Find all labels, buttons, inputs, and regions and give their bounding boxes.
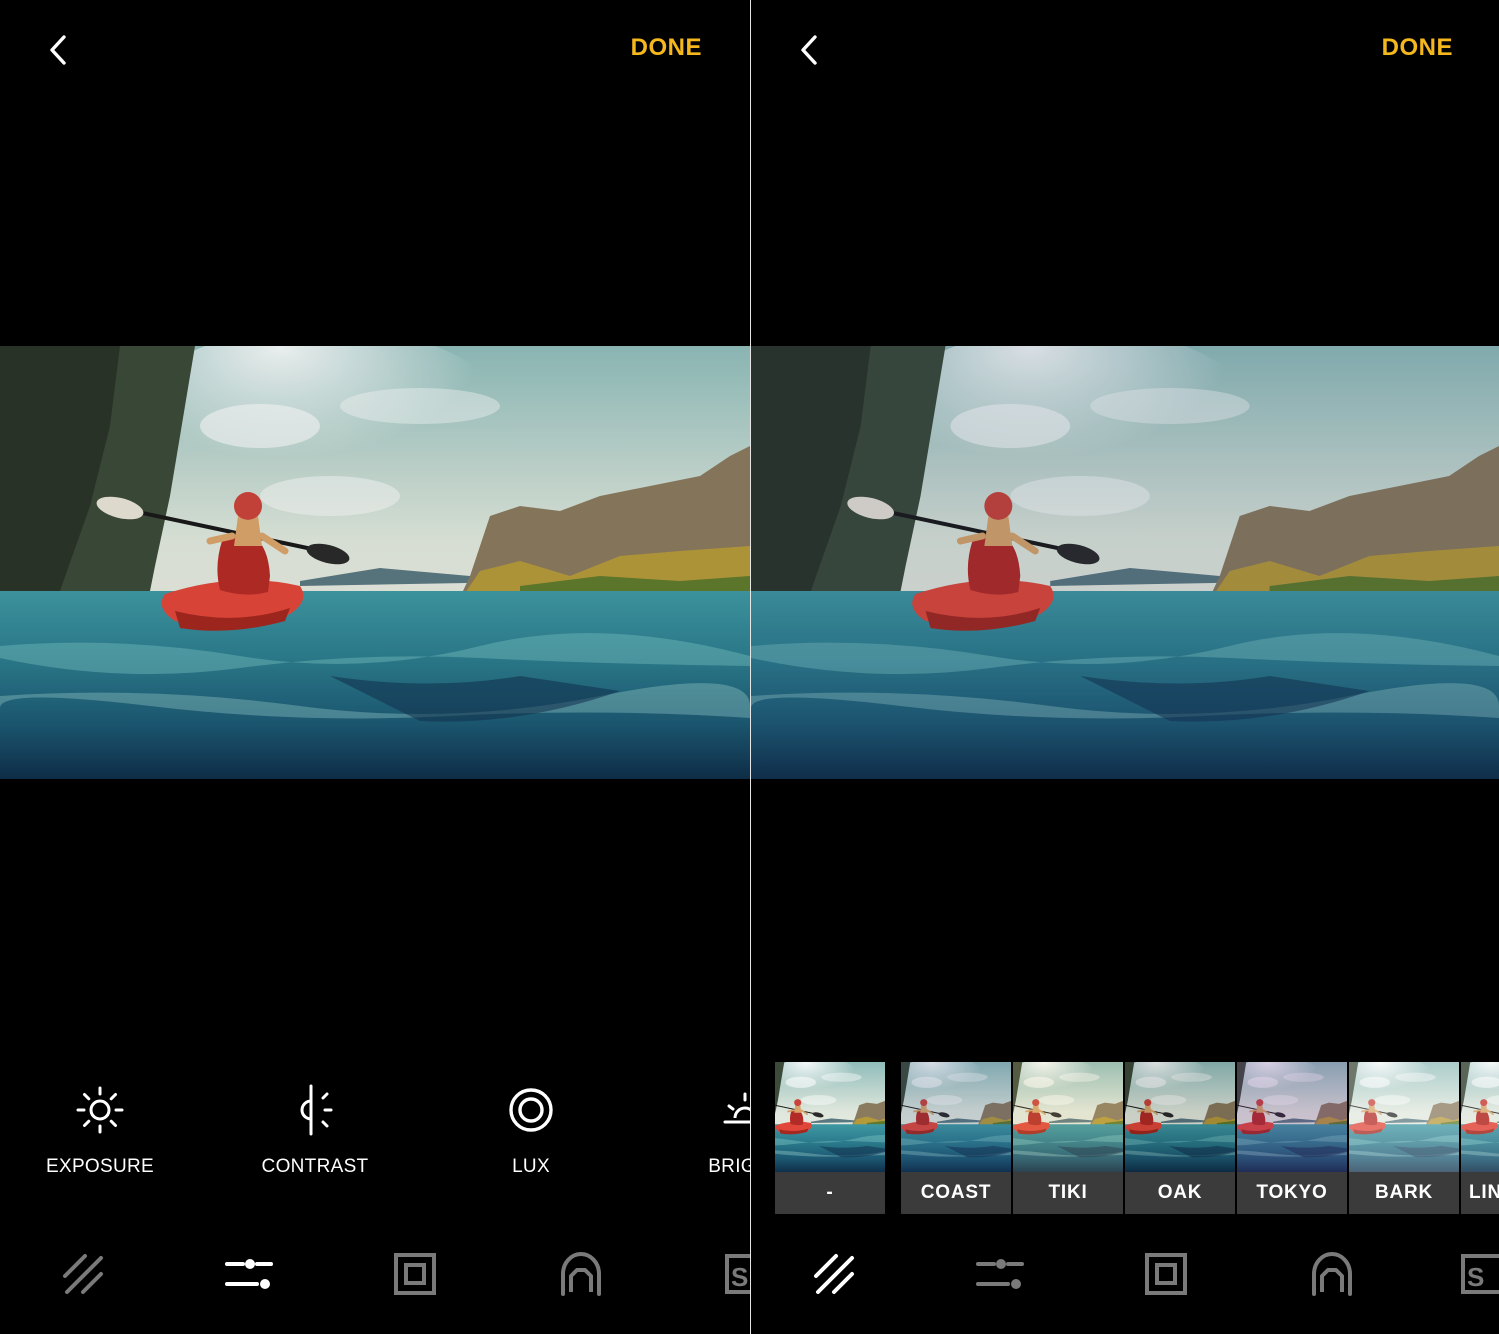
filter-thumb[interactable]: LIN bbox=[1461, 1062, 1499, 1214]
filter-label: OAK bbox=[1125, 1172, 1235, 1214]
retouch-tab[interactable] bbox=[1300, 1242, 1364, 1306]
adjust-screen: DONE EXPOSURE CONTRAST LUX BRIG S bbox=[0, 0, 750, 1334]
straighten-tab[interactable]: S bbox=[1451, 1242, 1499, 1306]
brightness-option[interactable]: BRIGHT bbox=[660, 1082, 750, 1178]
adjust-sliders-icon bbox=[976, 1259, 1024, 1289]
lux-option[interactable]: LUX bbox=[446, 1082, 616, 1178]
done-button[interactable]: DONE bbox=[1382, 34, 1453, 62]
adjust-tab[interactable] bbox=[968, 1242, 1032, 1306]
exposure-label: EXPOSURE bbox=[46, 1156, 154, 1177]
lux-label: LUX bbox=[512, 1156, 550, 1177]
filter-label: - bbox=[775, 1172, 885, 1214]
filter-label: COAST bbox=[901, 1172, 1011, 1214]
filter-strip: - COAST TIKI OAK TOKYO BARK LIN bbox=[751, 1062, 1499, 1214]
filter-thumb[interactable]: TOKYO bbox=[1237, 1062, 1347, 1214]
retouch-face-icon bbox=[561, 1252, 601, 1296]
adjust-sliders-icon bbox=[225, 1259, 273, 1289]
frame-tab[interactable] bbox=[383, 1242, 447, 1306]
exposure-option[interactable]: EXPOSURE bbox=[15, 1082, 185, 1178]
brightness-label: BRIGHT bbox=[708, 1156, 750, 1177]
contrast-option[interactable]: CONTRAST bbox=[230, 1082, 400, 1178]
sun-icon bbox=[76, 1086, 124, 1134]
chevron-left-icon bbox=[801, 35, 817, 65]
filters-screen: DONE - COAST TIKI OAK TOKYO BARK LIN S bbox=[751, 0, 1499, 1334]
retouch-tab[interactable] bbox=[549, 1242, 613, 1306]
filter-label: TOKYO bbox=[1237, 1172, 1347, 1214]
filter-thumb[interactable]: BARK bbox=[1349, 1062, 1459, 1214]
straighten-tab[interactable]: S bbox=[715, 1242, 750, 1306]
filter-thumb[interactable]: COAST bbox=[901, 1062, 1011, 1214]
back-button[interactable] bbox=[40, 30, 80, 70]
contrast-label: CONTRAST bbox=[261, 1156, 369, 1177]
svg-text:S: S bbox=[1467, 1262, 1484, 1292]
tool-tabbar: S bbox=[751, 1242, 1499, 1306]
frame-icon bbox=[1145, 1253, 1187, 1295]
sunrise-icon bbox=[723, 1092, 750, 1124]
filter-thumb[interactable]: OAK bbox=[1125, 1062, 1235, 1214]
frame-tab[interactable] bbox=[1134, 1242, 1198, 1306]
filters-icon bbox=[63, 1254, 103, 1294]
adjustment-options: EXPOSURE CONTRAST LUX BRIG bbox=[0, 1082, 750, 1192]
filter-thumb[interactable]: - bbox=[775, 1062, 885, 1214]
done-button[interactable]: DONE bbox=[631, 34, 702, 62]
filter-label: BARK bbox=[1349, 1172, 1459, 1214]
retouch-face-icon bbox=[1312, 1252, 1352, 1296]
straighten-icon: S bbox=[725, 1254, 750, 1294]
straighten-icon: S bbox=[1461, 1254, 1499, 1294]
adjust-tab[interactable] bbox=[217, 1242, 281, 1306]
filter-label: TIKI bbox=[1013, 1172, 1123, 1214]
filters-icon bbox=[814, 1254, 854, 1294]
back-button[interactable] bbox=[791, 30, 831, 70]
tool-tabbar: S bbox=[0, 1242, 750, 1306]
chevron-left-icon bbox=[50, 35, 66, 65]
contrast-icon bbox=[300, 1084, 333, 1136]
filter-thumb[interactable]: TIKI bbox=[1013, 1062, 1123, 1214]
photo-preview bbox=[751, 346, 1499, 779]
filter-label: LIN bbox=[1461, 1172, 1499, 1214]
frame-icon bbox=[394, 1253, 436, 1295]
filters-tab[interactable] bbox=[51, 1242, 115, 1306]
photo-preview bbox=[0, 346, 750, 779]
filters-tab[interactable] bbox=[802, 1242, 866, 1306]
svg-text:S: S bbox=[731, 1262, 748, 1292]
lux-icon bbox=[509, 1088, 553, 1132]
